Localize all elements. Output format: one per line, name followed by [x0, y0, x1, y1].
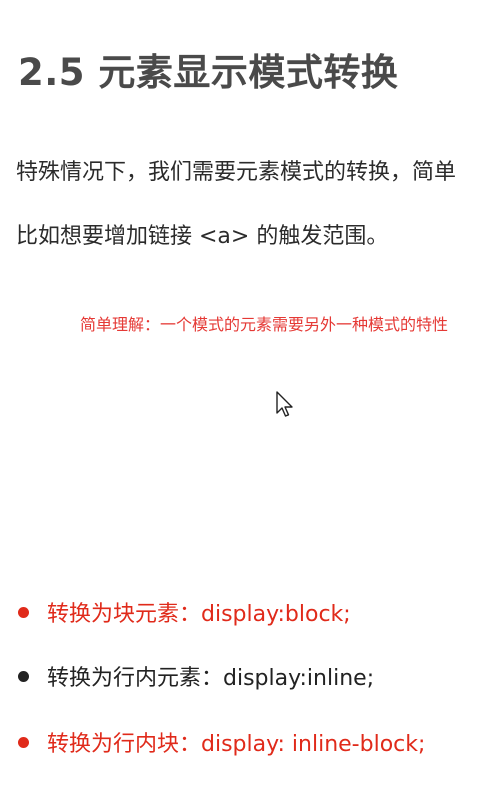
- bullet-dot-icon: [18, 670, 29, 682]
- bullet-dot-icon: [18, 606, 29, 618]
- list-item-label: 转换为行内块：display: inline-block;: [47, 732, 426, 757]
- list-item-label: 转换为块元素：display:block;: [47, 602, 351, 627]
- list-item-label: 转换为行内元素：display:inline;: [47, 666, 375, 691]
- intro-paragraph: 特殊情况下，我们需要元素模式的转换，简单: [16, 160, 457, 185]
- list-item-inline-block: 转换为行内块：display: inline-block;: [18, 726, 425, 758]
- section-heading: 2.5 元素显示模式转换: [18, 51, 399, 94]
- bullet-dot-icon: [18, 736, 29, 748]
- list-item-inline: 转换为行内元素：display:inline;: [18, 660, 374, 692]
- annotation-note: 简单理解：一个模式的元素需要另外一种模式的特性: [80, 315, 449, 334]
- example-paragraph: 比如想要增加链接 <a> 的触发范围。: [16, 224, 389, 249]
- list-item-block: 转换为块元素：display:block;: [18, 596, 351, 628]
- slide-page: 2.5 元素显示模式转换 特殊情况下，我们需要元素模式的转换，简单 比如想要增加…: [0, 0, 496, 794]
- mouse-pointer-icon: [276, 391, 293, 417]
